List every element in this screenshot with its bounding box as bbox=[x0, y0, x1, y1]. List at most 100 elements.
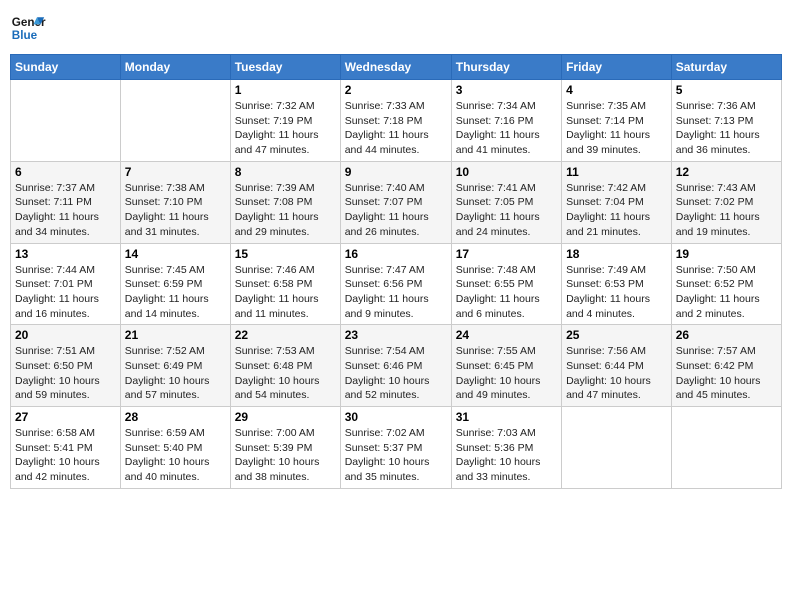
day-number: 8 bbox=[235, 165, 336, 179]
calendar-cell: 11 Sunrise: 7:42 AMSunset: 7:04 PMDaylig… bbox=[562, 161, 672, 243]
day-number: 27 bbox=[15, 410, 116, 424]
calendar-cell: 31 Sunrise: 7:03 AMSunset: 5:36 PMDaylig… bbox=[451, 407, 561, 489]
day-info: Sunrise: 7:42 AMSunset: 7:04 PMDaylight:… bbox=[566, 181, 667, 240]
calendar-cell: 14 Sunrise: 7:45 AMSunset: 6:59 PMDaylig… bbox=[120, 243, 230, 325]
day-number: 24 bbox=[456, 328, 557, 342]
calendar-cell: 6 Sunrise: 7:37 AMSunset: 7:11 PMDayligh… bbox=[11, 161, 121, 243]
day-number: 9 bbox=[345, 165, 447, 179]
calendar-cell: 25 Sunrise: 7:56 AMSunset: 6:44 PMDaylig… bbox=[562, 325, 672, 407]
calendar-cell: 1 Sunrise: 7:32 AMSunset: 7:19 PMDayligh… bbox=[230, 80, 340, 162]
calendar-cell: 24 Sunrise: 7:55 AMSunset: 6:45 PMDaylig… bbox=[451, 325, 561, 407]
calendar-cell: 16 Sunrise: 7:47 AMSunset: 6:56 PMDaylig… bbox=[340, 243, 451, 325]
day-number: 30 bbox=[345, 410, 447, 424]
calendar-week-1: 1 Sunrise: 7:32 AMSunset: 7:19 PMDayligh… bbox=[11, 80, 782, 162]
calendar-cell: 22 Sunrise: 7:53 AMSunset: 6:48 PMDaylig… bbox=[230, 325, 340, 407]
svg-text:Blue: Blue bbox=[12, 29, 38, 42]
calendar-cell bbox=[562, 407, 672, 489]
calendar-cell: 3 Sunrise: 7:34 AMSunset: 7:16 PMDayligh… bbox=[451, 80, 561, 162]
day-header-friday: Friday bbox=[562, 55, 672, 80]
calendar-week-3: 13 Sunrise: 7:44 AMSunset: 7:01 PMDaylig… bbox=[11, 243, 782, 325]
day-info: Sunrise: 7:50 AMSunset: 6:52 PMDaylight:… bbox=[676, 263, 777, 322]
day-info: Sunrise: 7:34 AMSunset: 7:16 PMDaylight:… bbox=[456, 99, 557, 158]
day-number: 13 bbox=[15, 247, 116, 261]
calendar-cell: 28 Sunrise: 6:59 AMSunset: 5:40 PMDaylig… bbox=[120, 407, 230, 489]
day-header-thursday: Thursday bbox=[451, 55, 561, 80]
day-info: Sunrise: 7:57 AMSunset: 6:42 PMDaylight:… bbox=[676, 344, 777, 403]
day-info: Sunrise: 7:47 AMSunset: 6:56 PMDaylight:… bbox=[345, 263, 447, 322]
day-info: Sunrise: 7:35 AMSunset: 7:14 PMDaylight:… bbox=[566, 99, 667, 158]
day-header-sunday: Sunday bbox=[11, 55, 121, 80]
day-info: Sunrise: 7:48 AMSunset: 6:55 PMDaylight:… bbox=[456, 263, 557, 322]
calendar-week-4: 20 Sunrise: 7:51 AMSunset: 6:50 PMDaylig… bbox=[11, 325, 782, 407]
calendar-cell: 4 Sunrise: 7:35 AMSunset: 7:14 PMDayligh… bbox=[562, 80, 672, 162]
calendar-cell: 26 Sunrise: 7:57 AMSunset: 6:42 PMDaylig… bbox=[671, 325, 781, 407]
day-info: Sunrise: 7:53 AMSunset: 6:48 PMDaylight:… bbox=[235, 344, 336, 403]
day-number: 19 bbox=[676, 247, 777, 261]
day-number: 12 bbox=[676, 165, 777, 179]
day-info: Sunrise: 7:51 AMSunset: 6:50 PMDaylight:… bbox=[15, 344, 116, 403]
day-number: 23 bbox=[345, 328, 447, 342]
day-info: Sunrise: 7:36 AMSunset: 7:13 PMDaylight:… bbox=[676, 99, 777, 158]
calendar-cell bbox=[671, 407, 781, 489]
calendar-cell: 30 Sunrise: 7:02 AMSunset: 5:37 PMDaylig… bbox=[340, 407, 451, 489]
day-info: Sunrise: 7:33 AMSunset: 7:18 PMDaylight:… bbox=[345, 99, 447, 158]
calendar-cell: 9 Sunrise: 7:40 AMSunset: 7:07 PMDayligh… bbox=[340, 161, 451, 243]
day-info: Sunrise: 7:37 AMSunset: 7:11 PMDaylight:… bbox=[15, 181, 116, 240]
calendar-cell: 23 Sunrise: 7:54 AMSunset: 6:46 PMDaylig… bbox=[340, 325, 451, 407]
day-number: 10 bbox=[456, 165, 557, 179]
calendar-cell: 13 Sunrise: 7:44 AMSunset: 7:01 PMDaylig… bbox=[11, 243, 121, 325]
calendar-header-row: SundayMondayTuesdayWednesdayThursdayFrid… bbox=[11, 55, 782, 80]
day-number: 3 bbox=[456, 83, 557, 97]
day-number: 18 bbox=[566, 247, 667, 261]
day-number: 20 bbox=[15, 328, 116, 342]
day-info: Sunrise: 7:49 AMSunset: 6:53 PMDaylight:… bbox=[566, 263, 667, 322]
day-info: Sunrise: 7:46 AMSunset: 6:58 PMDaylight:… bbox=[235, 263, 336, 322]
calendar-cell: 10 Sunrise: 7:41 AMSunset: 7:05 PMDaylig… bbox=[451, 161, 561, 243]
day-header-wednesday: Wednesday bbox=[340, 55, 451, 80]
day-number: 7 bbox=[125, 165, 226, 179]
calendar-cell: 12 Sunrise: 7:43 AMSunset: 7:02 PMDaylig… bbox=[671, 161, 781, 243]
calendar-cell: 21 Sunrise: 7:52 AMSunset: 6:49 PMDaylig… bbox=[120, 325, 230, 407]
day-info: Sunrise: 7:32 AMSunset: 7:19 PMDaylight:… bbox=[235, 99, 336, 158]
day-header-saturday: Saturday bbox=[671, 55, 781, 80]
day-info: Sunrise: 7:03 AMSunset: 5:36 PMDaylight:… bbox=[456, 426, 557, 485]
calendar-cell: 27 Sunrise: 6:58 AMSunset: 5:41 PMDaylig… bbox=[11, 407, 121, 489]
day-info: Sunrise: 7:00 AMSunset: 5:39 PMDaylight:… bbox=[235, 426, 336, 485]
calendar-cell: 19 Sunrise: 7:50 AMSunset: 6:52 PMDaylig… bbox=[671, 243, 781, 325]
calendar-cell: 17 Sunrise: 7:48 AMSunset: 6:55 PMDaylig… bbox=[451, 243, 561, 325]
day-number: 6 bbox=[15, 165, 116, 179]
page-header: General Blue bbox=[10, 10, 782, 46]
calendar-cell: 2 Sunrise: 7:33 AMSunset: 7:18 PMDayligh… bbox=[340, 80, 451, 162]
calendar-table: SundayMondayTuesdayWednesdayThursdayFrid… bbox=[10, 54, 782, 489]
day-number: 26 bbox=[676, 328, 777, 342]
logo-icon: General Blue bbox=[10, 10, 46, 46]
day-number: 28 bbox=[125, 410, 226, 424]
day-number: 5 bbox=[676, 83, 777, 97]
day-info: Sunrise: 7:41 AMSunset: 7:05 PMDaylight:… bbox=[456, 181, 557, 240]
day-number: 22 bbox=[235, 328, 336, 342]
day-info: Sunrise: 7:44 AMSunset: 7:01 PMDaylight:… bbox=[15, 263, 116, 322]
day-number: 1 bbox=[235, 83, 336, 97]
calendar-cell: 8 Sunrise: 7:39 AMSunset: 7:08 PMDayligh… bbox=[230, 161, 340, 243]
calendar-cell: 29 Sunrise: 7:00 AMSunset: 5:39 PMDaylig… bbox=[230, 407, 340, 489]
calendar-cell: 20 Sunrise: 7:51 AMSunset: 6:50 PMDaylig… bbox=[11, 325, 121, 407]
day-number: 11 bbox=[566, 165, 667, 179]
calendar-cell: 5 Sunrise: 7:36 AMSunset: 7:13 PMDayligh… bbox=[671, 80, 781, 162]
calendar-cell bbox=[11, 80, 121, 162]
day-number: 31 bbox=[456, 410, 557, 424]
calendar-cell: 15 Sunrise: 7:46 AMSunset: 6:58 PMDaylig… bbox=[230, 243, 340, 325]
day-number: 17 bbox=[456, 247, 557, 261]
day-number: 25 bbox=[566, 328, 667, 342]
day-info: Sunrise: 7:38 AMSunset: 7:10 PMDaylight:… bbox=[125, 181, 226, 240]
calendar-week-5: 27 Sunrise: 6:58 AMSunset: 5:41 PMDaylig… bbox=[11, 407, 782, 489]
day-info: Sunrise: 7:52 AMSunset: 6:49 PMDaylight:… bbox=[125, 344, 226, 403]
day-number: 14 bbox=[125, 247, 226, 261]
day-info: Sunrise: 7:56 AMSunset: 6:44 PMDaylight:… bbox=[566, 344, 667, 403]
day-info: Sunrise: 7:55 AMSunset: 6:45 PMDaylight:… bbox=[456, 344, 557, 403]
day-info: Sunrise: 6:59 AMSunset: 5:40 PMDaylight:… bbox=[125, 426, 226, 485]
calendar-cell: 18 Sunrise: 7:49 AMSunset: 6:53 PMDaylig… bbox=[562, 243, 672, 325]
day-info: Sunrise: 7:39 AMSunset: 7:08 PMDaylight:… bbox=[235, 181, 336, 240]
day-number: 4 bbox=[566, 83, 667, 97]
calendar-week-2: 6 Sunrise: 7:37 AMSunset: 7:11 PMDayligh… bbox=[11, 161, 782, 243]
day-info: Sunrise: 6:58 AMSunset: 5:41 PMDaylight:… bbox=[15, 426, 116, 485]
